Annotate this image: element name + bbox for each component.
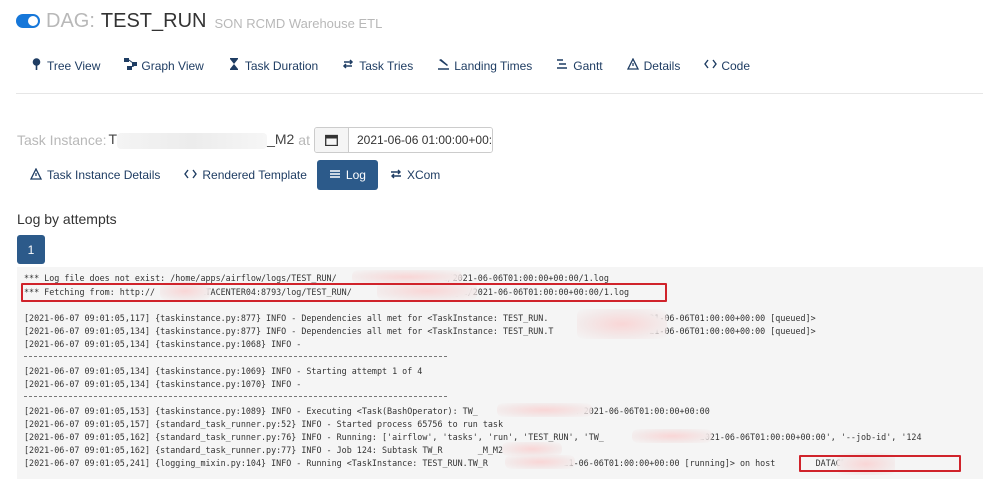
tree-icon (30, 58, 42, 73)
highlight-host (799, 455, 961, 472)
attempt-1-button[interactable]: 1 (17, 235, 45, 264)
details-icon (626, 57, 639, 73)
dag-nav: Tree View Graph View Task Duration Task … (30, 57, 774, 73)
task-instance-tabs: Task Instance Details Rendered Template … (29, 160, 464, 190)
task-instance-at: at (298, 132, 310, 148)
nav-label: Code (721, 58, 751, 73)
nav-label: Landing Times (454, 58, 533, 73)
landing-icon (437, 58, 450, 73)
log-line: [2021-06-07 09:01:05,162] {standard_task… (24, 432, 922, 442)
nav-details[interactable]: Details (626, 57, 681, 73)
log-line: [2021-06-07 09:01:05,162] {standard_task… (24, 445, 504, 455)
log-output: *** Log file does not exist: /home/apps/… (17, 267, 983, 479)
task-instance-name: T _M2 (108, 131, 295, 149)
execution-date-input[interactable] (348, 128, 492, 152)
calendar-icon[interactable] (314, 128, 349, 152)
tab-label: Log (345, 168, 366, 182)
log-line: [2021-06-07 09:01:05,153] {taskinstance.… (24, 406, 710, 416)
nav-landing-times[interactable]: Landing Times (437, 58, 532, 73)
tab-label: Rendered Template (202, 168, 307, 182)
redacted-region (577, 309, 667, 339)
nav-gantt[interactable]: Gantt (556, 58, 603, 73)
header-divider (16, 93, 983, 94)
nav-label: Gantt (573, 58, 603, 73)
retry-icon (342, 58, 354, 73)
graph-icon (124, 58, 138, 73)
log-separator (24, 396, 447, 397)
code-icon (704, 58, 718, 73)
log-line: [2021-06-07 09:01:05,134] {taskinstance.… (24, 326, 816, 336)
task-instance-name-start: T (108, 131, 118, 148)
tab-label: Task Instance Details (47, 168, 161, 182)
log-line: [2021-06-07 09:01:05,241] {logging_mixin… (24, 458, 877, 468)
redacted-region (502, 442, 562, 456)
task-instance-name-end: _M2 (267, 131, 295, 148)
code-icon (184, 168, 198, 183)
dag-prefix: DAG: (46, 9, 95, 32)
tab-label: XCom (406, 168, 441, 182)
nav-code[interactable]: Code (704, 58, 750, 73)
dag-header: DAG: TEST_RUN SON RCMD Warehouse ETL (16, 8, 382, 34)
log-line: [2021-06-07 09:01:05,134] {taskinstance.… (24, 366, 423, 376)
redacted-region (632, 429, 712, 443)
log-by-attempts-heading: Log by attempts (17, 211, 117, 227)
nav-label: Details (643, 58, 681, 73)
list-icon (329, 168, 341, 183)
tab-xcom[interactable]: XCom (390, 168, 440, 183)
nav-task-duration[interactable]: Task Duration (228, 58, 318, 73)
nav-label: Task Duration (244, 58, 319, 73)
redacted-region (505, 455, 575, 469)
execution-date-picker (313, 127, 493, 153)
dag-description: SON RCMD Warehouse ETL (214, 15, 383, 31)
dag-id: TEST_RUN (100, 9, 207, 32)
nav-tree-view[interactable]: Tree View (30, 58, 100, 73)
task-instance-label: Task Instance: (17, 132, 107, 148)
nav-label: Task Tries (359, 58, 414, 73)
exchange-icon (390, 168, 402, 183)
redacted-region (117, 132, 268, 149)
log-line: [2021-06-07 09:01:05,117] {taskinstance.… (24, 313, 816, 323)
nav-task-tries[interactable]: Task Tries (342, 58, 413, 73)
highlight-fetching-line (21, 283, 667, 302)
task-instance-row: Task Instance: T _M2 at (17, 127, 493, 153)
tab-rendered-template[interactable]: Rendered Template (184, 168, 307, 183)
nav-label: Graph View (141, 58, 204, 73)
log-separator (24, 356, 447, 357)
gantt-icon (556, 58, 568, 73)
nav-label: Tree View (47, 58, 101, 73)
log-line: [2021-06-07 09:01:05,157] {standard_task… (24, 419, 504, 429)
log-line: [2021-06-07 09:01:05,134] {taskinstance.… (24, 379, 302, 389)
warning-icon (29, 167, 43, 183)
nav-graph-view[interactable]: Graph View (124, 58, 204, 73)
hourglass-icon (228, 58, 240, 73)
tab-task-instance-details[interactable]: Task Instance Details (29, 167, 161, 183)
log-line: [2021-06-07 09:01:05,134] {taskinstance.… (24, 339, 302, 349)
dag-pause-toggle[interactable] (16, 14, 40, 28)
redacted-region (497, 403, 592, 417)
tab-log[interactable]: Log (316, 160, 378, 190)
